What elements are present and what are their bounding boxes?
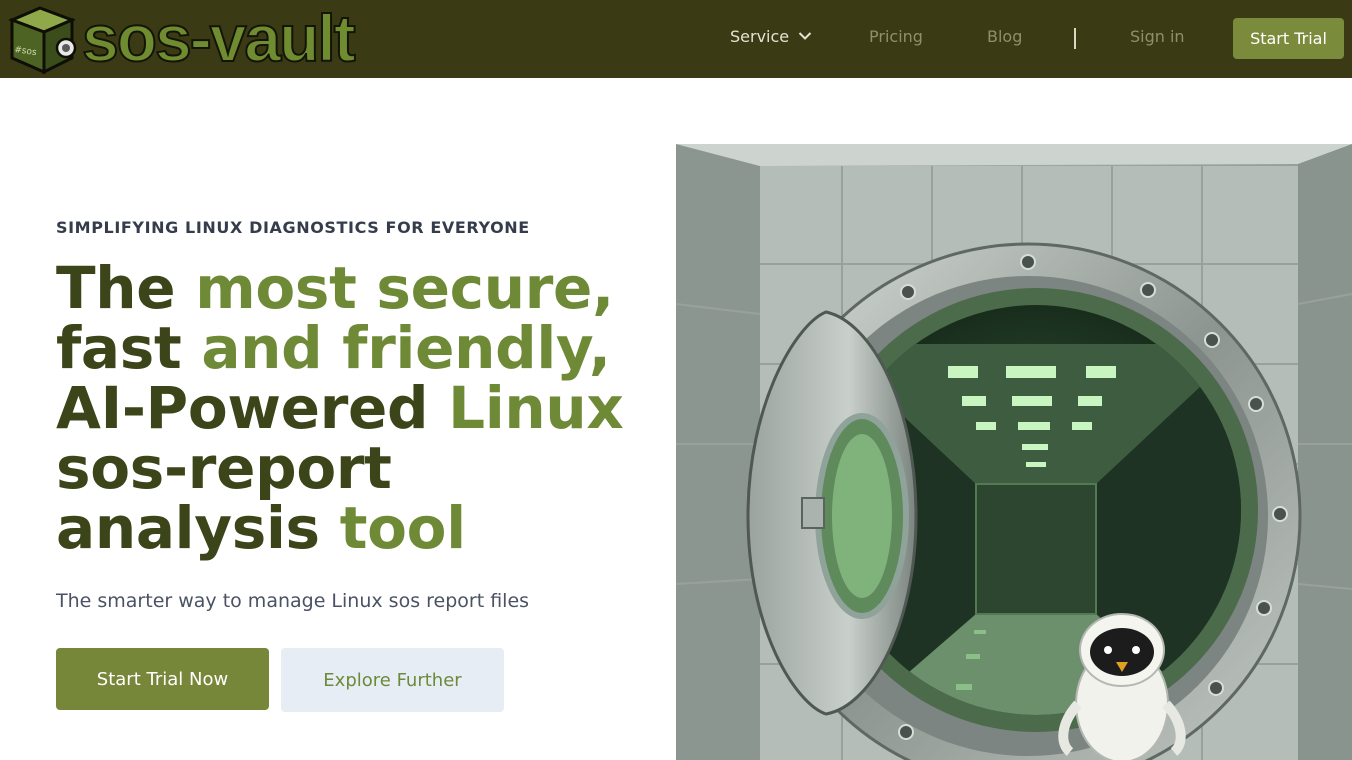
nav-divider — [1074, 28, 1076, 49]
headline-segment: Linux — [448, 374, 624, 442]
hero-subtitle: The smarter way to manage Linux sos repo… — [56, 590, 530, 612]
headline-segment: fast — [56, 314, 202, 382]
headline-line: The most secure, — [56, 258, 656, 318]
start-trial-now-button[interactable]: Start Trial Now — [56, 648, 269, 710]
headline-segment: analysis — [56, 494, 340, 562]
headline-line: fast and friendly, — [56, 318, 656, 378]
headline-line: sos-report — [56, 438, 656, 498]
brand-logo[interactable]: #sos sos-vault — [6, 0, 357, 76]
hero-headline: The most secure, fast and friendly, AI-Pow… — [56, 258, 656, 558]
headline-line: AI-Powered Linux — [56, 378, 656, 438]
nav-pricing[interactable]: Pricing — [869, 27, 923, 47]
headline-segment: The — [56, 254, 196, 322]
start-trial-button[interactable]: Start Trial — [1233, 18, 1344, 59]
explore-further-button[interactable]: Explore Further — [281, 648, 504, 712]
top-navbar: #sos sos-vault Service Pricing Blog Sign… — [0, 0, 1352, 78]
nav-blog[interactable]: Blog — [987, 27, 1022, 47]
nav-sign-in[interactable]: Sign in — [1130, 27, 1185, 47]
brand-wordmark: sos-vault — [81, 0, 357, 76]
headline-segment: most secure, — [195, 254, 614, 322]
hero-eyebrow: SIMPLIFYING LINUX DIAGNOSTICS FOR EVERYO… — [56, 218, 530, 237]
headline-segment: and friendly, — [201, 314, 611, 382]
headline-line: analysis tool — [56, 498, 656, 558]
vault-cube-icon: #sos — [8, 6, 77, 74]
headline-segment: AI-Powered — [56, 374, 449, 442]
headline-segment: sos-report — [56, 434, 392, 502]
nav-service[interactable]: Service — [730, 27, 789, 47]
chevron-down-icon[interactable] — [798, 31, 812, 41]
headline-segment: tool — [339, 494, 466, 562]
hero-vault-illustration — [676, 144, 1352, 760]
